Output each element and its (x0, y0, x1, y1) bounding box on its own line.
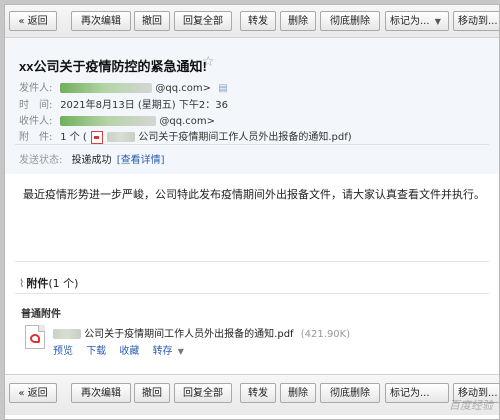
email-subject: xx公司关于疫情防控的紧急通知! (19, 59, 207, 74)
attachment-file: 公司关于疫情期间工作人员外出报备的通知.pdf (421.90K) (53, 325, 350, 340)
redacted-company-name (107, 132, 136, 142)
header-divider (15, 144, 489, 145)
favorite-link[interactable]: 收藏 (119, 346, 139, 357)
attachments-title: 附件 (26, 277, 49, 290)
edit-again-button[interactable]: 再次编辑 (71, 383, 131, 403)
time-label: 时 间: (19, 100, 53, 111)
move-to-label: 移动到... (458, 16, 498, 27)
back-button[interactable]: « 返回 (9, 11, 57, 31)
recipient-label: 收件人: (19, 116, 53, 127)
attachment-row: 附 件: 1 个 ( 公司关于疫情期间工作人员外出报备的通知.pdf) (19, 128, 352, 144)
reply-all-button[interactable]: 回复全部 (174, 11, 232, 31)
preview-link[interactable]: 预览 (53, 346, 73, 357)
recipient-email[interactable]: @qq.com> (159, 116, 215, 127)
attachments-panel: 普通附件 公司关于疫情期间工作人员外出报备的通知.pdf (421.90K) 预… (15, 293, 489, 366)
chevron-down-icon: ▼ (434, 17, 441, 26)
email-header: xx公司关于疫情防控的紧急通知! ☆ 发件人: @qq.com> ▤ 时 间: … (5, 38, 499, 174)
attachment-summary[interactable]: 公司关于疫情期间工作人员外出报备的通知.pdf) (138, 132, 351, 143)
delete-button[interactable]: 删除 (280, 11, 316, 31)
mark-as-label: 标记为... (390, 388, 430, 399)
mark-as-dropdown[interactable]: 标记为... ▼ (385, 11, 449, 31)
mark-as-label: 标记为... (390, 16, 430, 27)
redacted-sender-name (60, 83, 153, 93)
back-button[interactable]: « 返回 (9, 383, 57, 403)
attachments-heading: ⌇ 附件(1 个) (19, 275, 78, 291)
reply-all-button[interactable]: 回复全部 (174, 383, 232, 403)
paperclip-icon: ⌇ (19, 277, 25, 290)
edit-again-button[interactable]: 再次编辑 (71, 11, 131, 31)
status-label: 发送状态: (19, 155, 63, 166)
delete-permanently-button[interactable]: 彻底删除 (320, 383, 380, 403)
sender-email[interactable]: @qq.com> (155, 83, 211, 94)
forward-button[interactable]: 转发 (240, 11, 276, 31)
time-row: 时 间: 2021年8月13日 (星期五) 下午2：36 (19, 96, 228, 111)
redacted-recipient-name (60, 116, 157, 126)
bottom-toolbar: « 返回 再次编辑 撤回 回复全部 转发 删除 彻底删除 标记为... 移动到.… (5, 374, 499, 415)
attachments-count: (1 个) (48, 277, 79, 290)
email-window: « 返回 再次编辑 撤回 回复全部 转发 删除 彻底删除 标记为... ▼ 移动… (4, 4, 500, 420)
delete-permanently-button[interactable]: 彻底删除 (320, 11, 380, 31)
redacted-company-name (53, 329, 81, 339)
download-link[interactable]: 下载 (86, 346, 106, 357)
recall-button[interactable]: 撤回 (134, 383, 170, 403)
page-fold (38, 325, 45, 332)
attachment-file-name[interactable]: 公司关于疫情期间工作人员外出报备的通知.pdf (84, 329, 293, 340)
email-body: 最近疫情形势进一步严峻，公司特此发布疫情期间外出报备文件，请大家认真查看文件并执… (23, 188, 485, 201)
attachment-label: 附 件: (19, 132, 53, 143)
time-value: 2021年8月13日 (星期五) 下午2：36 (60, 100, 228, 111)
chevron-down-icon[interactable]: ▼ (178, 347, 184, 356)
view-details-link[interactable]: [查看详情] (117, 155, 165, 166)
pdf-icon[interactable] (25, 325, 45, 349)
delete-button[interactable]: 删除 (280, 383, 316, 403)
move-to-dropdown[interactable]: 移动到... (453, 11, 499, 31)
recall-button[interactable]: 撤回 (134, 11, 170, 31)
contact-card-icon[interactable]: ▤ (218, 83, 227, 94)
recipient-row: 收件人: @qq.com> (19, 112, 215, 127)
mark-as-dropdown[interactable]: 标记为... (385, 383, 449, 403)
sender-label: 发件人: (19, 83, 53, 94)
sender-row: 发件人: @qq.com> ▤ (19, 79, 228, 94)
pdf-file-icon (91, 130, 103, 144)
attachments-divider (15, 261, 489, 262)
top-toolbar: « 返回 再次编辑 撤回 回复全部 转发 删除 彻底删除 标记为... ▼ 移动… (5, 5, 499, 38)
watermark: 百度经验 (449, 399, 493, 412)
delivery-status: 发送状态: 投递成功 [查看详情] (19, 151, 165, 166)
forward-button[interactable]: 转发 (240, 383, 276, 403)
save-to-link[interactable]: 转存 (153, 346, 173, 357)
attachment-file-size: (421.90K) (300, 329, 351, 340)
attachment-actions: 预览 下载 收藏 转存 ▼ (53, 342, 194, 357)
attachment-kind-label: 普通附件 (21, 309, 61, 320)
acrobat-glyph (30, 334, 40, 343)
status-value: 投递成功 (71, 155, 112, 166)
star-icon[interactable]: ☆ (202, 54, 215, 70)
attachment-count: 1 个 ( (60, 132, 87, 143)
